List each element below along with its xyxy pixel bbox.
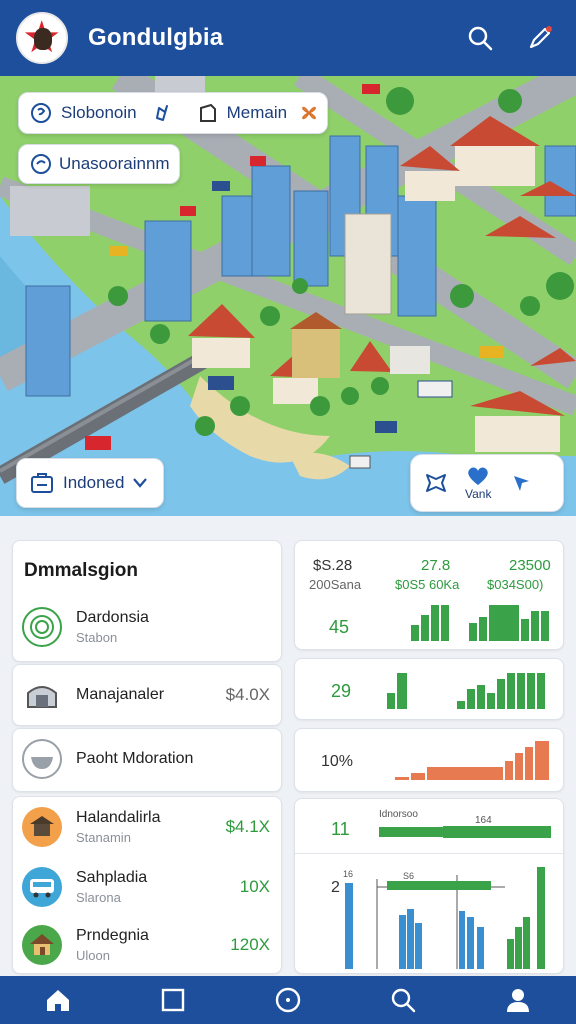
item-name: Halandalirla bbox=[76, 809, 161, 826]
item-sub: Uloon bbox=[76, 948, 110, 963]
gate-icon bbox=[22, 675, 62, 715]
navigate-icon[interactable] bbox=[509, 471, 533, 495]
bowl-icon bbox=[22, 739, 62, 779]
list-item[interactable]: Sahpladia Slarona 10X bbox=[12, 864, 280, 910]
map-action-panel: Vank bbox=[410, 454, 564, 512]
nav-profile[interactable] bbox=[494, 978, 542, 1022]
pavilion-icon bbox=[22, 807, 62, 847]
edit-pen-icon bbox=[529, 26, 552, 49]
app-header: ★ Gondulgbia bbox=[0, 0, 576, 76]
stat-col-a-top: $S.28 bbox=[313, 557, 353, 574]
chevron-down-icon bbox=[132, 477, 148, 489]
app-title: Gondulgbia bbox=[88, 24, 224, 51]
stat-col-b-top: 27.8 bbox=[421, 557, 451, 574]
search-icon bbox=[391, 988, 416, 1013]
square-icon bbox=[161, 988, 184, 1012]
flag-logo[interactable]: ★ bbox=[16, 12, 68, 64]
city-map-illustration bbox=[0, 76, 576, 516]
item-value: $4.1X bbox=[225, 817, 270, 836]
item-value: 10X bbox=[239, 877, 270, 896]
item-name: Sahpladia bbox=[76, 869, 148, 886]
profile-icon bbox=[507, 989, 530, 1012]
list-item[interactable]: Prndegnia Uloon 120X bbox=[12, 922, 280, 968]
bottom-nav bbox=[0, 976, 576, 1024]
search-button[interactable] bbox=[460, 18, 500, 58]
map-chip-top[interactable]: Slobonoin Memain bbox=[18, 92, 328, 134]
vank-label: Vank bbox=[465, 487, 492, 501]
location-icon bbox=[29, 101, 53, 125]
chip-label-secondary: Unasoorainnm bbox=[59, 154, 170, 173]
item-name: Manajanaler bbox=[76, 686, 165, 703]
bar-chart-1 bbox=[411, 605, 549, 641]
target-circle-icon bbox=[29, 152, 53, 176]
city-map[interactable]: Slobonoin Memain Unasoorainnm Indoned Va… bbox=[0, 76, 576, 516]
stats-card-4[interactable]: 11 Idnorsoo 164 2 16 S6 bbox=[294, 798, 564, 974]
stat-col-c-top: 23500 bbox=[509, 557, 551, 574]
stat-col-a-sub: 200Sana bbox=[309, 577, 362, 592]
item-name: Prndegnia bbox=[76, 927, 149, 944]
nav-circle[interactable] bbox=[264, 978, 312, 1022]
nav-home[interactable] bbox=[34, 978, 82, 1022]
panel-title: Dmmalsgion bbox=[24, 560, 139, 581]
item-name: Paoht Mdoration bbox=[76, 750, 194, 767]
stat-col-c-sub: $034S00) bbox=[487, 577, 544, 592]
heart-icon bbox=[468, 467, 488, 485]
list-item[interactable]: Halandalirla Stanamin $4.1X bbox=[12, 804, 280, 850]
house-icon bbox=[22, 925, 62, 965]
briefcase-icon bbox=[29, 470, 55, 496]
vank-button[interactable]: Vank bbox=[465, 465, 491, 501]
item-sub: Slarona bbox=[76, 890, 121, 905]
bar-chart-2 bbox=[387, 673, 545, 709]
item-name: Dardonsia bbox=[76, 609, 149, 626]
stats-card-2[interactable]: 29 bbox=[294, 658, 564, 720]
list-item[interactable]: Paoht Mdoration bbox=[12, 736, 280, 782]
region-selector[interactable]: Indoned bbox=[16, 458, 164, 508]
bus-icon bbox=[22, 867, 62, 907]
bar-chart-3 bbox=[395, 741, 549, 780]
stat-metric: 45 bbox=[329, 617, 350, 637]
stats-card-3[interactable]: 10% bbox=[294, 728, 564, 792]
stats-card-1[interactable]: $S.28 200Sana 27.8 $0S5 60Ka 23500 $034S… bbox=[294, 540, 564, 650]
nav-square[interactable] bbox=[149, 978, 197, 1022]
target-icon bbox=[22, 607, 62, 647]
portrait-emblem bbox=[34, 28, 52, 50]
stat-col-b-sub: $0S5 60Ka bbox=[395, 577, 460, 592]
stat-metric: 29 bbox=[331, 681, 352, 701]
nav-search[interactable] bbox=[379, 978, 427, 1022]
region-label: Indoned bbox=[63, 473, 125, 492]
pin-icon bbox=[151, 102, 173, 124]
map-chip-secondary[interactable]: Unasoorainnm bbox=[18, 144, 180, 184]
list-item[interactable]: Dardonsia Stabon bbox=[12, 604, 280, 650]
flower-icon bbox=[297, 101, 321, 125]
circle-icon bbox=[275, 987, 301, 1013]
home-icon bbox=[46, 990, 69, 1011]
list-item[interactable]: Manajanaler $4.0X bbox=[12, 672, 280, 718]
item-sub: Stabon bbox=[76, 630, 118, 645]
chip-label-a: Slobonoin bbox=[61, 103, 137, 122]
combo-chart-4 bbox=[345, 826, 551, 969]
chip-label-b: Memain bbox=[226, 103, 288, 122]
document-icon bbox=[197, 102, 219, 124]
item-value: $4.0X bbox=[225, 685, 270, 704]
layers-icon[interactable] bbox=[423, 470, 449, 496]
edit-button[interactable] bbox=[520, 18, 560, 58]
item-value: 120X bbox=[230, 935, 270, 954]
search-icon bbox=[468, 26, 493, 51]
stat-metric: 10% bbox=[321, 753, 354, 770]
item-sub: Stanamin bbox=[76, 830, 131, 845]
